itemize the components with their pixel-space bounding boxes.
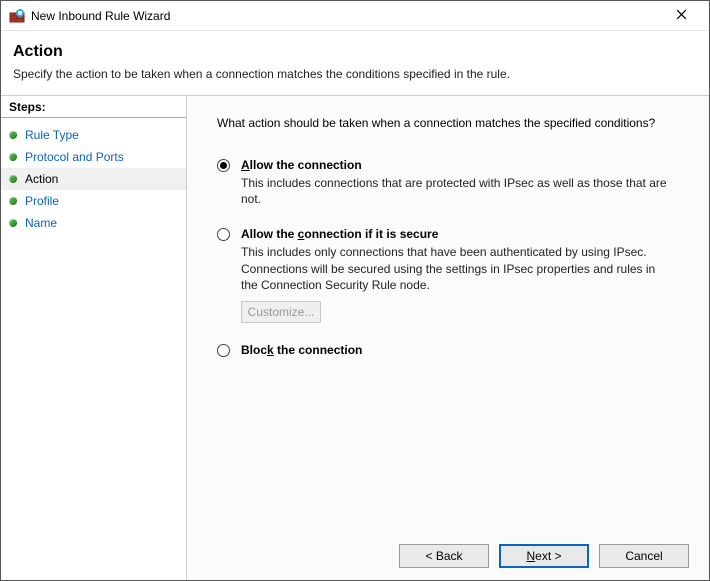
steps-header: Steps: xyxy=(1,96,186,118)
option-allow-title: Allow the connection xyxy=(241,158,687,172)
step-rule-type[interactable]: Rule Type xyxy=(1,124,186,146)
step-label: Profile xyxy=(25,194,59,208)
step-list: Rule Type Protocol and Ports Action Prof… xyxy=(1,118,186,240)
step-bullet-icon xyxy=(9,175,17,183)
footer-buttons: < Back Next > Cancel xyxy=(399,544,689,568)
radio-block[interactable] xyxy=(217,344,230,357)
option-block: Block the connection xyxy=(217,343,687,357)
option-allow-secure-title: Allow the connection if it is secure xyxy=(241,227,687,241)
option-allow-secure-desc: This includes only connections that have… xyxy=(241,244,671,293)
content-panel: What action should be taken when a conne… xyxy=(186,95,709,580)
step-bullet-icon xyxy=(9,219,17,227)
radio-allow[interactable] xyxy=(217,159,230,172)
option-allow-desc: This includes connections that are prote… xyxy=(241,175,671,207)
close-icon xyxy=(676,9,687,23)
option-block-title: Block the connection xyxy=(241,343,687,357)
body-area: Steps: Rule Type Protocol and Ports Acti… xyxy=(1,95,709,580)
step-bullet-icon xyxy=(9,197,17,205)
step-action[interactable]: Action xyxy=(1,168,186,190)
window-title: New Inbound Rule Wizard xyxy=(31,9,661,23)
step-bullet-icon xyxy=(9,153,17,161)
page-subtext: Specify the action to be taken when a co… xyxy=(13,67,697,81)
step-label: Rule Type xyxy=(25,128,79,142)
option-allow: Allow the connection This includes conne… xyxy=(217,158,687,207)
titlebar: New Inbound Rule Wizard xyxy=(1,1,709,31)
step-label: Name xyxy=(25,216,57,230)
step-protocol-and-ports[interactable]: Protocol and Ports xyxy=(1,146,186,168)
page-heading: Action xyxy=(13,43,697,61)
cancel-button[interactable]: Cancel xyxy=(599,544,689,568)
radio-allow-secure[interactable] xyxy=(217,228,230,241)
back-button[interactable]: < Back xyxy=(399,544,489,568)
content-question: What action should be taken when a conne… xyxy=(217,116,687,130)
step-profile[interactable]: Profile xyxy=(1,190,186,212)
step-label: Action xyxy=(25,172,58,186)
step-name[interactable]: Name xyxy=(1,212,186,234)
steps-sidebar: Steps: Rule Type Protocol and Ports Acti… xyxy=(1,95,186,580)
next-button[interactable]: Next > xyxy=(499,544,589,568)
step-label: Protocol and Ports xyxy=(25,150,124,164)
wizard-window: New Inbound Rule Wizard Action Specify t… xyxy=(0,0,710,581)
header-area: Action Specify the action to be taken wh… xyxy=(1,31,709,95)
step-bullet-icon xyxy=(9,131,17,139)
customize-button: Customize... xyxy=(241,301,321,323)
option-allow-secure: Allow the connection if it is secure Thi… xyxy=(217,227,687,323)
close-button[interactable] xyxy=(661,2,701,30)
firewall-icon xyxy=(9,8,25,24)
